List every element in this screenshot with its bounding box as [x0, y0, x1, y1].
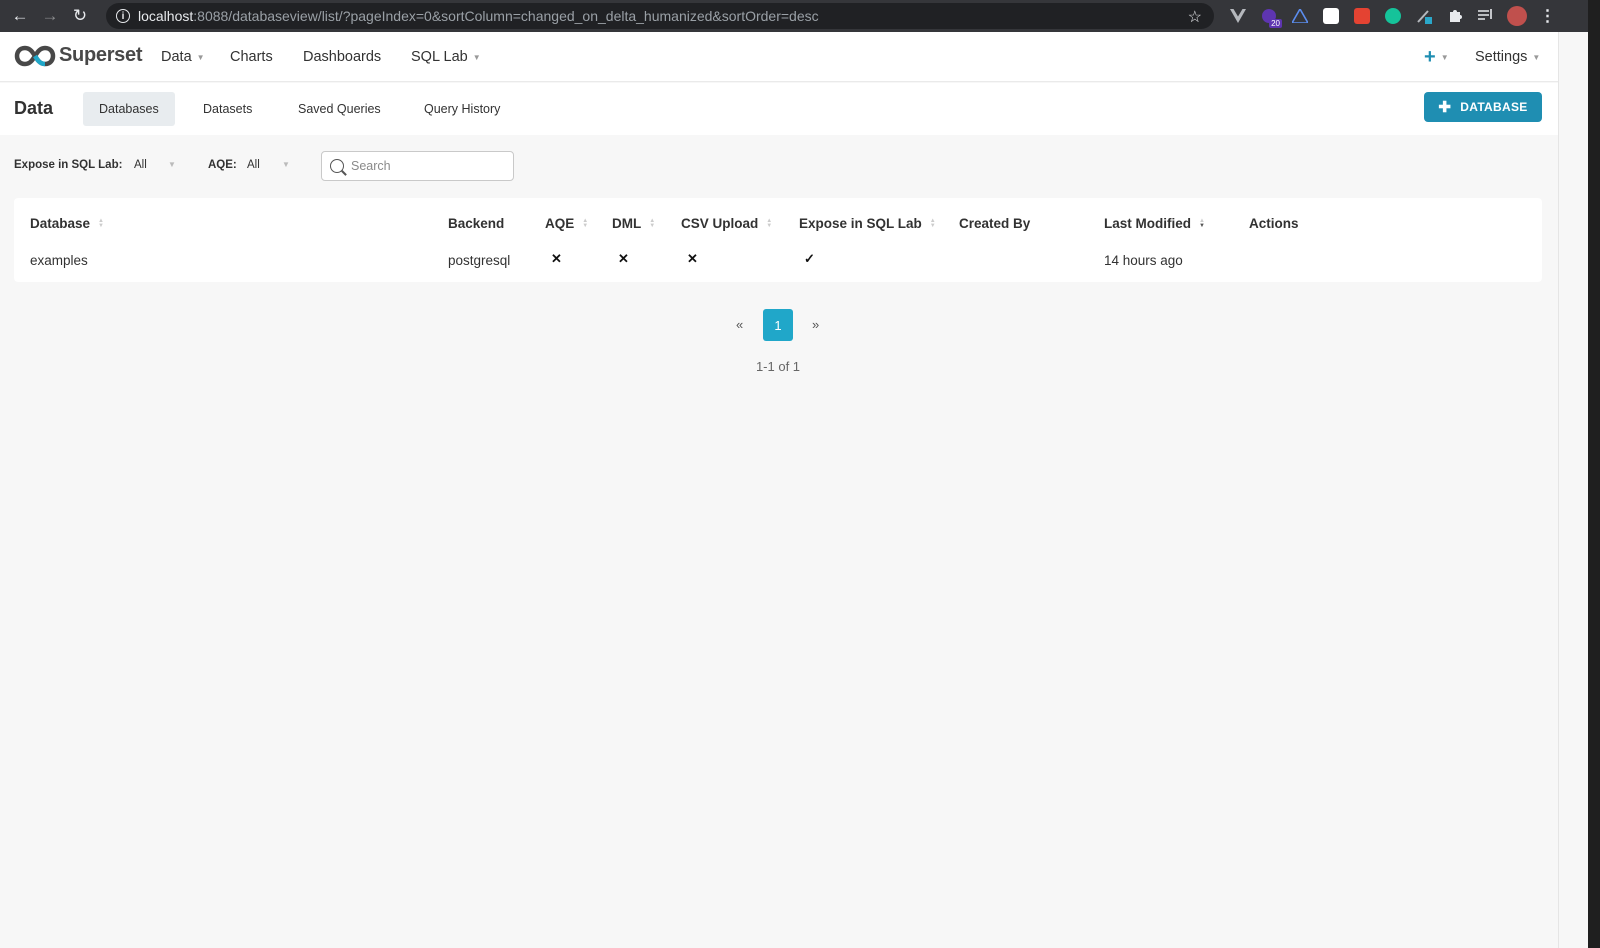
back-icon[interactable]: ←: [5, 1, 35, 31]
next-page-button[interactable]: »: [812, 317, 819, 332]
grammarly-extension-icon[interactable]: [1377, 5, 1408, 27]
caret-down-icon: ▼: [1440, 53, 1449, 62]
browser-toolbar: ← → ↻ i localhost:8088/databaseview/list…: [0, 0, 1588, 32]
search-input[interactable]: [351, 159, 501, 173]
plus-icon: +: [1424, 46, 1436, 68]
databases-table: Database ▲ ▼ Backend AQE ▲ ▼ DML ▲ ▼ CSV Uploa…: [14, 198, 1542, 282]
tab-query-history[interactable]: Query History: [408, 92, 516, 126]
col-header-database[interactable]: Database ▲ ▼: [30, 216, 104, 231]
app-navbar: Superset Data ▼ Charts Dashboards SQL Lab…: [0, 32, 1588, 82]
extension-badge-count: 20: [1269, 19, 1282, 28]
new-item-menu[interactable]: + ▼: [1424, 46, 1449, 69]
tab-databases[interactable]: Databases: [83, 92, 175, 126]
caret-down-icon: ▼: [472, 52, 481, 62]
site-info-icon[interactable]: i: [116, 9, 130, 23]
menu-settings-label: Settings: [1475, 49, 1528, 65]
menu-charts[interactable]: Charts: [230, 49, 273, 65]
col-header-aqe[interactable]: AQE ▲ ▼: [545, 216, 588, 231]
search-icon: [330, 159, 344, 173]
pen-extension-icon[interactable]: [1408, 5, 1439, 27]
cell-expose-check-icon: ✓: [804, 251, 815, 266]
aqe-filter-label: AQE:: [208, 159, 237, 171]
expose-filter-label: Expose in SQL Lab:: [14, 159, 123, 171]
add-database-label: DATABASE: [1460, 100, 1528, 114]
cell-aqe-x-icon: ✕: [551, 251, 562, 266]
caret-down-icon: ▼: [1532, 52, 1541, 62]
puzzle-extensions-icon[interactable]: [1439, 5, 1470, 27]
reload-icon[interactable]: ↻: [65, 1, 95, 31]
add-database-button[interactable]: ✚ DATABASE: [1424, 92, 1542, 122]
address-bar[interactable]: i localhost:8088/databaseview/list/?page…: [106, 3, 1214, 29]
cell-backend: postgresql: [448, 253, 511, 268]
profile-avatar[interactable]: [1501, 5, 1532, 27]
url-text: localhost:8088/databaseview/list/?pageIn…: [138, 8, 819, 24]
cell-database: examples: [30, 253, 88, 268]
reading-list-icon[interactable]: [1470, 5, 1501, 27]
chevron-down-icon[interactable]: ▼: [282, 160, 290, 169]
col-header-actions: Actions: [1249, 216, 1299, 231]
menu-settings[interactable]: Settings ▼: [1475, 49, 1540, 65]
forward-icon[interactable]: →: [35, 1, 65, 31]
pagination-info: 1-1 of 1: [755, 359, 801, 374]
browser-menu-icon[interactable]: ⋮: [1532, 5, 1563, 27]
page-title: Data: [14, 98, 54, 118]
menu-charts-label: Charts: [230, 49, 273, 65]
brand-name: Superset: [59, 44, 143, 66]
pagination: « 1 »: [0, 309, 1556, 341]
menu-data[interactable]: Data ▼: [161, 49, 205, 65]
cell-dml-x-icon: ✕: [618, 251, 629, 266]
page-1-button[interactable]: 1: [763, 309, 793, 341]
sort-desc-icon: ▲ ▼: [1199, 217, 1205, 229]
extension-icons: 20 ⋮: [1222, 5, 1563, 28]
todoist-extension-icon[interactable]: [1346, 5, 1377, 27]
menu-dashboards[interactable]: Dashboards: [303, 49, 381, 65]
superset-logo[interactable]: Superset: [14, 44, 142, 67]
tab-datasets[interactable]: Datasets: [187, 92, 268, 126]
sort-icon: ▲ ▼: [582, 217, 589, 229]
menu-sql-lab[interactable]: SQL Lab ▼: [411, 49, 481, 65]
menu-data-label: Data: [161, 49, 192, 65]
sort-icon: ▲ ▼: [766, 217, 773, 229]
cell-last-modified: 14 hours ago: [1104, 253, 1183, 268]
vue-extension-icon[interactable]: [1222, 5, 1253, 27]
sort-icon: ▲ ▼: [98, 217, 104, 229]
sort-icon: ▲ ▼: [929, 217, 936, 229]
col-header-last-modified[interactable]: Last Modified ▲ ▼: [1104, 216, 1205, 231]
col-header-csv-upload[interactable]: CSV Upload ▲ ▼: [681, 216, 772, 231]
col-header-backend: Backend: [448, 216, 505, 231]
col-header-created-by: Created By: [959, 216, 1031, 231]
data-subheader: Data Databases Datasets Saved Queries Qu…: [0, 83, 1560, 135]
sort-icon: ▲ ▼: [649, 217, 656, 229]
page-scrollbar[interactable]: [1558, 32, 1588, 948]
bookmark-star-icon[interactable]: ☆: [1188, 7, 1202, 27]
superset-logo-icon: [14, 45, 56, 66]
search-box[interactable]: [321, 151, 514, 181]
col-header-expose-in-sql-lab[interactable]: Expose in SQL Lab ▲ ▼: [799, 216, 936, 231]
menu-dashboards-label: Dashboards: [303, 49, 382, 65]
cell-csv-upload-x-icon: ✕: [687, 251, 698, 266]
extension-badge-icon[interactable]: 20: [1253, 5, 1284, 28]
triangle-extension-icon[interactable]: [1284, 5, 1315, 27]
caret-down-icon: ▼: [196, 52, 205, 62]
aqe-filter-select[interactable]: All: [247, 159, 260, 171]
menu-sql-lab-label: SQL Lab: [411, 49, 468, 65]
chevron-down-icon[interactable]: ▼: [168, 160, 176, 169]
col-header-dml[interactable]: DML ▲ ▼: [612, 216, 655, 231]
expose-filter-select[interactable]: All: [134, 159, 147, 171]
plus-icon: ✚: [1438, 99, 1452, 116]
diamond-extension-icon[interactable]: [1315, 5, 1346, 27]
prev-page-button[interactable]: «: [736, 317, 743, 332]
tab-saved-queries[interactable]: Saved Queries: [282, 92, 397, 126]
screen: ← → ↻ i localhost:8088/databaseview/list…: [0, 0, 1588, 948]
